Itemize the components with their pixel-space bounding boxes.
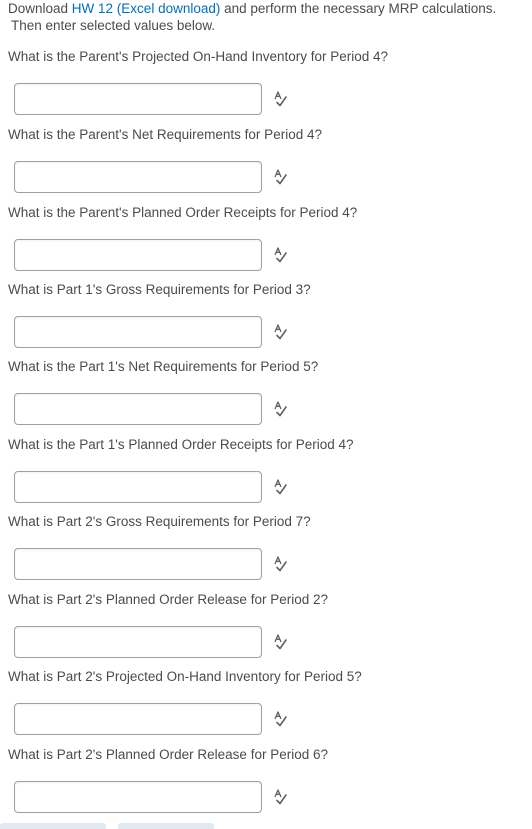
question-1-text: What is the Parent's Projected On-Hand I… — [8, 49, 389, 64]
answer-row-9 — [14, 703, 528, 735]
question-8: What is Part 2's Planned Order Release f… — [8, 591, 528, 658]
spell-check-icon[interactable] — [272, 555, 288, 573]
answer-row-6 — [14, 471, 528, 503]
question-8-text: What is Part 2's Planned Order Release f… — [8, 592, 328, 607]
bottom-tab-left — [0, 823, 106, 829]
instructions-suffix: and perform the necessary MRP calculatio… — [220, 1, 497, 16]
answer-10-input[interactable] — [14, 781, 262, 813]
question-10-text: What is Part 2's Planned Order Release f… — [8, 747, 328, 762]
question-7-text: What is Part 2's Gross Requirements for … — [8, 514, 311, 529]
bottom-tab-right — [118, 823, 214, 829]
question-6-text: What is the Part 1's Planned Order Recei… — [8, 437, 354, 452]
spell-check-icon[interactable] — [272, 710, 288, 728]
question-1: What is the Parent's Projected On-Hand I… — [8, 48, 528, 115]
answer-row-1 — [14, 83, 528, 115]
question-2: What is the Parent's Net Requirements fo… — [8, 126, 528, 193]
spell-check-icon[interactable] — [272, 788, 288, 806]
answer-row-8 — [14, 626, 528, 658]
question-10: What is Part 2's Planned Order Release f… — [8, 746, 528, 813]
answer-row-10 — [14, 781, 528, 813]
instructions-prefix: Download — [8, 1, 72, 16]
instructions-line2: Then enter selected values below. — [11, 18, 216, 33]
answer-2-input[interactable] — [14, 161, 262, 193]
question-5-text: What is the Part 1's Net Requirements fo… — [8, 359, 319, 374]
hw-download-link[interactable]: HW 12 (Excel download) — [72, 1, 221, 16]
question-3-text: What is the Parent's Planned Order Recei… — [8, 205, 358, 220]
question-4: What is Part 1's Gross Requirements for … — [8, 281, 528, 348]
answer-4-input[interactable] — [14, 316, 262, 348]
answer-9-input[interactable] — [14, 703, 262, 735]
answer-5-input[interactable] — [14, 393, 262, 425]
question-6: What is the Part 1's Planned Order Recei… — [8, 436, 528, 503]
spell-check-icon[interactable] — [272, 90, 288, 108]
answer-row-3 — [14, 239, 528, 271]
instructions: Download HW 12 (Excel download) and perf… — [8, 0, 528, 34]
answer-row-7 — [14, 548, 528, 580]
question-4-text: What is Part 1's Gross Requirements for … — [8, 282, 311, 297]
spell-check-icon[interactable] — [272, 400, 288, 418]
answer-3-input[interactable] — [14, 239, 262, 271]
question-2-text: What is the Parent's Net Requirements fo… — [8, 127, 322, 142]
answer-row-2 — [14, 161, 528, 193]
spell-check-icon[interactable] — [272, 323, 288, 341]
answer-8-input[interactable] — [14, 626, 262, 658]
question-9: What is Part 2's Projected On-Hand Inven… — [8, 668, 528, 735]
question-3: What is the Parent's Planned Order Recei… — [8, 204, 528, 271]
spell-check-icon[interactable] — [272, 478, 288, 496]
answer-row-5 — [14, 393, 528, 425]
spell-check-icon[interactable] — [272, 246, 288, 264]
answer-1-input[interactable] — [14, 83, 262, 115]
question-5: What is the Part 1's Net Requirements fo… — [8, 358, 528, 425]
answer-row-4 — [14, 316, 528, 348]
answer-7-input[interactable] — [14, 548, 262, 580]
question-9-text: What is Part 2's Projected On-Hand Inven… — [8, 669, 362, 684]
question-7: What is Part 2's Gross Requirements for … — [8, 513, 528, 580]
spell-check-icon[interactable] — [272, 633, 288, 651]
spell-check-icon[interactable] — [272, 168, 288, 186]
answer-6-input[interactable] — [14, 471, 262, 503]
